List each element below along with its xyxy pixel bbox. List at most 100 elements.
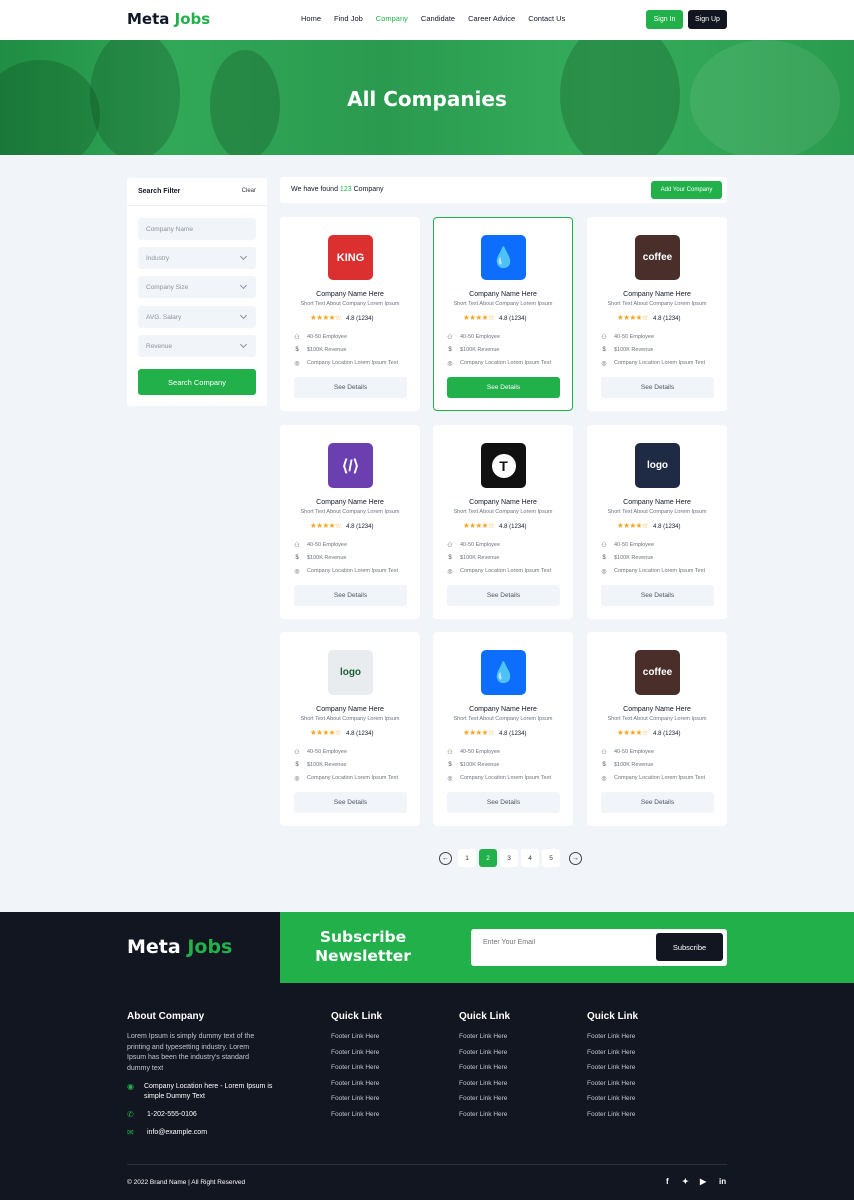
rating: ★★★★☆ 4.8 (1234) xyxy=(617,313,680,322)
footer-link[interactable]: Footer Link Here xyxy=(331,1049,382,1065)
company-card[interactable]: 💧 Company Name Here Short Text About Compa… xyxy=(433,632,573,826)
revenue-select[interactable]: Revenue xyxy=(138,335,256,357)
nav-candidate[interactable]: Candidate xyxy=(421,14,455,23)
company-card[interactable]: logo Company Name Here Short Text About Co… xyxy=(587,425,727,619)
footer-logo[interactable]: Meta Jobs xyxy=(127,936,232,958)
location-info: ◎ Company Location Lorem Ipsum Text xyxy=(447,360,551,367)
revenue-text: $100K Revenue xyxy=(307,347,347,353)
clear-filter-link[interactable]: Clear xyxy=(242,188,256,194)
see-details-button[interactable]: See Details xyxy=(294,585,407,606)
prev-page-icon[interactable]: ← xyxy=(439,851,452,865)
footer-link[interactable]: Footer Link Here xyxy=(331,1095,382,1111)
footer-link[interactable]: Footer Link Here xyxy=(459,1064,510,1080)
linkedin-icon[interactable]: in xyxy=(719,1177,726,1186)
location-text: Company Location Lorem Ipsum Text xyxy=(460,775,551,781)
code-logo: ⟨/⟩ xyxy=(328,443,373,488)
logo-text: coffee xyxy=(642,667,673,678)
location-info: ◎ Company Location Lorem Ipsum Text xyxy=(294,775,398,782)
quick-link-title: Quick Link xyxy=(331,1011,383,1022)
add-company-button[interactable]: Add Your Company xyxy=(651,181,722,199)
company-card[interactable]: ⟨/⟩ Company Name Here Short Text About Com… xyxy=(280,425,420,619)
company-name-input[interactable]: Company Name xyxy=(138,218,256,240)
see-details-button[interactable]: See Details xyxy=(294,377,407,398)
nav-company[interactable]: Company xyxy=(376,14,408,23)
sign-in-button[interactable]: Sign In xyxy=(646,10,683,29)
page-2[interactable]: 2 xyxy=(479,849,497,867)
footer-link[interactable]: Footer Link Here xyxy=(459,1095,510,1111)
company-name: Company Name Here xyxy=(623,499,691,506)
footer-link[interactable]: Footer Link Here xyxy=(587,1064,638,1080)
brand-logo[interactable]: Meta Jobs xyxy=(127,10,210,28)
map-pin-icon: ◎ xyxy=(601,360,607,367)
rating: ★★★★☆ 4.8 (1234) xyxy=(617,521,680,530)
revenue-text: $100K Revenue xyxy=(460,762,500,768)
see-details-button[interactable]: See Details xyxy=(601,585,714,606)
page-3[interactable]: 3 xyxy=(500,849,518,867)
page-5[interactable]: 5 xyxy=(542,849,560,867)
sign-up-button[interactable]: Sign Up xyxy=(688,10,727,29)
see-details-button[interactable]: See Details xyxy=(601,792,714,813)
newsletter-title-line2: Newsletter xyxy=(315,947,411,965)
dollar-icon: $ xyxy=(448,347,452,353)
results-bar: We have found 123 Company Add Your Compa… xyxy=(280,177,727,203)
footer-link[interactable]: Footer Link Here xyxy=(587,1049,638,1065)
mail-icon: ✉ xyxy=(127,1128,134,1137)
results-number: 123 xyxy=(339,186,352,193)
nav-find-job[interactable]: Find Job xyxy=(334,14,363,23)
location-info: ◎ Company Location Lorem Ipsum Text xyxy=(601,360,705,367)
nav-career-advice[interactable]: Career Advice xyxy=(468,14,515,23)
footer-link[interactable]: Footer Link Here xyxy=(459,1111,510,1127)
newsletter-form: Subscribe xyxy=(471,929,727,966)
see-details-button[interactable]: See Details xyxy=(447,792,560,813)
map-pin-icon: ◎ xyxy=(447,568,453,575)
map-pin-icon: ◉ xyxy=(127,1082,134,1091)
company-name: Company Name Here xyxy=(469,291,537,298)
newsletter-email-input[interactable] xyxy=(483,939,633,946)
phone-text: 1-202-555-0106 xyxy=(147,1111,197,1118)
subscribe-button[interactable]: Subscribe xyxy=(656,933,723,961)
footer-link[interactable]: Footer Link Here xyxy=(459,1080,510,1096)
footer-link[interactable]: Footer Link Here xyxy=(587,1111,638,1127)
avg-salary-select[interactable]: AVG. Salary xyxy=(138,306,256,328)
nav-home[interactable]: Home xyxy=(301,14,321,23)
company-size-select[interactable]: Company Size xyxy=(138,276,256,298)
see-details-button[interactable]: See Details xyxy=(447,377,560,398)
nav-contact-us[interactable]: Contact Us xyxy=(528,14,565,23)
rating-stars-icon: ★★★★☆ xyxy=(463,728,495,737)
facebook-icon[interactable]: f xyxy=(666,1177,669,1186)
revenue-text: $100K Revenue xyxy=(614,347,654,353)
next-page-icon[interactable]: → xyxy=(569,851,582,865)
footer-link[interactable]: Footer Link Here xyxy=(587,1080,638,1096)
youtube-icon[interactable]: ▶ xyxy=(700,1177,706,1186)
drop-logo: 💧 xyxy=(481,235,526,280)
company-card[interactable]: KING Company Name Here Short Text About Co… xyxy=(280,217,420,411)
footer-link[interactable]: Footer Link Here xyxy=(587,1095,638,1111)
company-card[interactable]: coffee Company Name Here Short Text About … xyxy=(587,632,727,826)
footer-link[interactable]: Footer Link Here xyxy=(331,1111,382,1127)
rating-stars-icon: ★★★★☆ xyxy=(310,728,342,737)
location-text: Company Location Lorem Ipsum Text xyxy=(614,360,705,366)
industry-select[interactable]: Industry xyxy=(138,247,256,269)
company-card[interactable]: coffee Company Name Here Short Text About … xyxy=(587,217,727,411)
page-4[interactable]: 4 xyxy=(521,849,539,867)
page-1[interactable]: 1 xyxy=(458,849,476,867)
see-details-button[interactable]: See Details xyxy=(601,377,714,398)
employee-count: ⚇ 40-50 Employee xyxy=(294,334,347,341)
company-card[interactable]: T Company Name Here Short Text About Compa… xyxy=(433,425,573,619)
footer-link[interactable]: Footer Link Here xyxy=(331,1080,382,1096)
employee-text: 40-50 Employee xyxy=(614,749,655,755)
see-details-button[interactable]: See Details xyxy=(447,585,560,606)
rating: ★★★★☆ 4.8 (1234) xyxy=(463,728,526,737)
company-card[interactable]: 💧 Company Name Here Short Text About Compa… xyxy=(433,217,573,411)
rating-value: 4.8 (1234) xyxy=(653,524,681,530)
search-company-button[interactable]: Search Company xyxy=(138,369,256,395)
footer-link[interactable]: Footer Link Here xyxy=(331,1033,382,1049)
footer-link[interactable]: Footer Link Here xyxy=(459,1033,510,1049)
company-card[interactable]: logo Company Name Here Short Text About Co… xyxy=(280,632,420,826)
see-details-button[interactable]: See Details xyxy=(294,792,407,813)
twitter-icon[interactable]: ✦ xyxy=(682,1177,689,1186)
employee-text: 40-50 Employee xyxy=(307,542,348,548)
footer-link[interactable]: Footer Link Here xyxy=(587,1033,638,1049)
footer-link[interactable]: Footer Link Here xyxy=(459,1049,510,1065)
footer-link[interactable]: Footer Link Here xyxy=(331,1064,382,1080)
